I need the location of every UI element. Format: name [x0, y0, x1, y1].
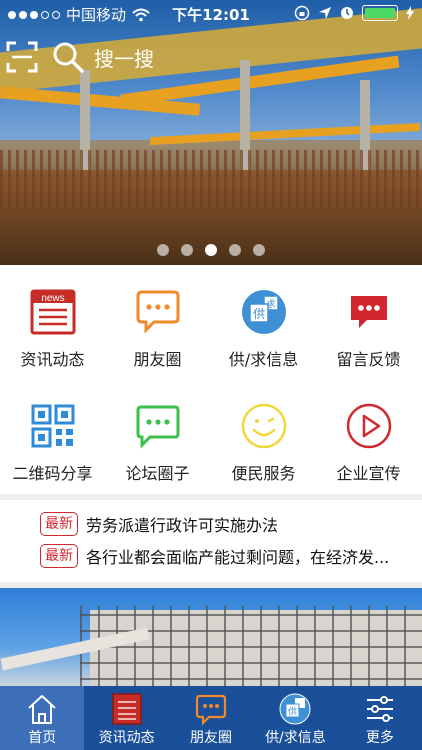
search-input[interactable]: 搜一搜	[94, 43, 154, 72]
menu-item-services[interactable]: 便民服务	[211, 384, 316, 494]
menu-label: 便民服务	[231, 464, 296, 483]
supply-icon: 求 供	[241, 290, 286, 334]
news-title[interactable]: 劳务派遣行政许可实施办法	[86, 512, 278, 536]
menu-label: 朋友圈	[133, 350, 182, 369]
svg-text:供: 供	[288, 706, 297, 718]
carousel-dot[interactable]	[181, 244, 193, 256]
latest-badge: 最新	[40, 544, 78, 568]
forum-icon	[136, 405, 179, 449]
chat-bubble-icon	[136, 290, 179, 334]
carousel-indicator[interactable]	[0, 244, 422, 256]
supply-icon: 供	[279, 693, 311, 725]
tab-supply[interactable]: 供 供/求信息	[253, 686, 337, 750]
menu-item-promotion[interactable]: 企业宣传	[316, 384, 421, 494]
search-icon[interactable]	[52, 41, 84, 73]
chat-bubble-icon	[195, 694, 227, 726]
menu-item-qr-share[interactable]: 二维码分享	[0, 384, 105, 494]
tab-more[interactable]: 更多	[338, 686, 422, 750]
menu-item-supply[interactable]: 求 供 供/求信息	[211, 270, 316, 380]
tab-label: 更多	[365, 730, 394, 746]
tab-label: 供/求信息	[265, 730, 326, 746]
scaffolding	[80, 606, 422, 688]
menu-label: 留言反馈	[336, 350, 401, 369]
feature-photo[interactable]	[0, 588, 422, 688]
svg-text:供: 供	[252, 307, 264, 321]
menu-label: 资讯动态	[20, 350, 85, 369]
tab-home[interactable]: 首页	[0, 686, 85, 750]
latest-badge: 最新	[40, 512, 78, 536]
news-ticker: 最新 劳务派遣行政许可实施办法 最新 各行业都会面临产能过剩问题，在经济发...	[0, 500, 422, 582]
lock-rotation-icon	[294, 5, 310, 21]
menu-item-moments[interactable]: 朋友圈	[105, 270, 210, 380]
tab-news[interactable]: 资讯动态	[84, 686, 168, 750]
hero-rebar	[0, 150, 422, 210]
scan-icon[interactable]	[6, 41, 38, 73]
message-icon	[350, 296, 387, 328]
qr-code-icon	[31, 404, 74, 448]
menu-label: 供/求信息	[228, 350, 299, 369]
news-item[interactable]: 最新 各行业都会面临产能过剩问题，在经济发...	[40, 542, 389, 570]
carousel-dot[interactable]	[229, 244, 241, 256]
menu-label: 论坛圈子	[125, 464, 190, 483]
menu-item-forum[interactable]: 论坛圈子	[105, 384, 210, 494]
news-title[interactable]: 各行业都会面临产能过剩问题，在经济发...	[86, 544, 389, 568]
news-icon: news	[30, 289, 75, 335]
location-icon	[319, 7, 331, 19]
menu-label: 二维码分享	[12, 464, 93, 483]
carousel-dot-active[interactable]	[205, 244, 217, 256]
news-item[interactable]: 最新 劳务派遣行政许可实施办法	[40, 510, 278, 538]
charging-icon	[406, 6, 414, 20]
home-icon	[28, 695, 56, 724]
settings-sliders-icon	[366, 696, 393, 722]
menu-item-news[interactable]: news 资讯动态	[0, 270, 105, 380]
hero-banner[interactable]: 中国移动 下午12:01 搜一搜	[0, 0, 422, 265]
status-bar: 中国移动 下午12:01	[0, 0, 422, 28]
news-icon	[111, 693, 142, 725]
alarm-icon	[341, 7, 353, 19]
menu-item-feedback[interactable]: 留言反馈	[316, 270, 421, 380]
menu-label: 企业宣传	[336, 464, 401, 483]
tab-label: 朋友圈	[190, 730, 233, 746]
tab-label: 资讯动态	[98, 730, 155, 746]
svg-text:news: news	[41, 293, 64, 304]
tab-moments[interactable]: 朋友圈	[169, 686, 253, 750]
battery-icon	[362, 5, 398, 21]
tab-label: 首页	[28, 730, 57, 746]
carousel-dot[interactable]	[157, 244, 169, 256]
search-bar[interactable]: 搜一搜	[6, 40, 414, 74]
bottom-tab-bar: 首页 资讯动态 朋友圈 供 供/求信息 更多	[0, 686, 422, 750]
carousel-dot[interactable]	[253, 244, 265, 256]
smiley-icon	[241, 403, 286, 449]
play-icon	[346, 403, 391, 449]
